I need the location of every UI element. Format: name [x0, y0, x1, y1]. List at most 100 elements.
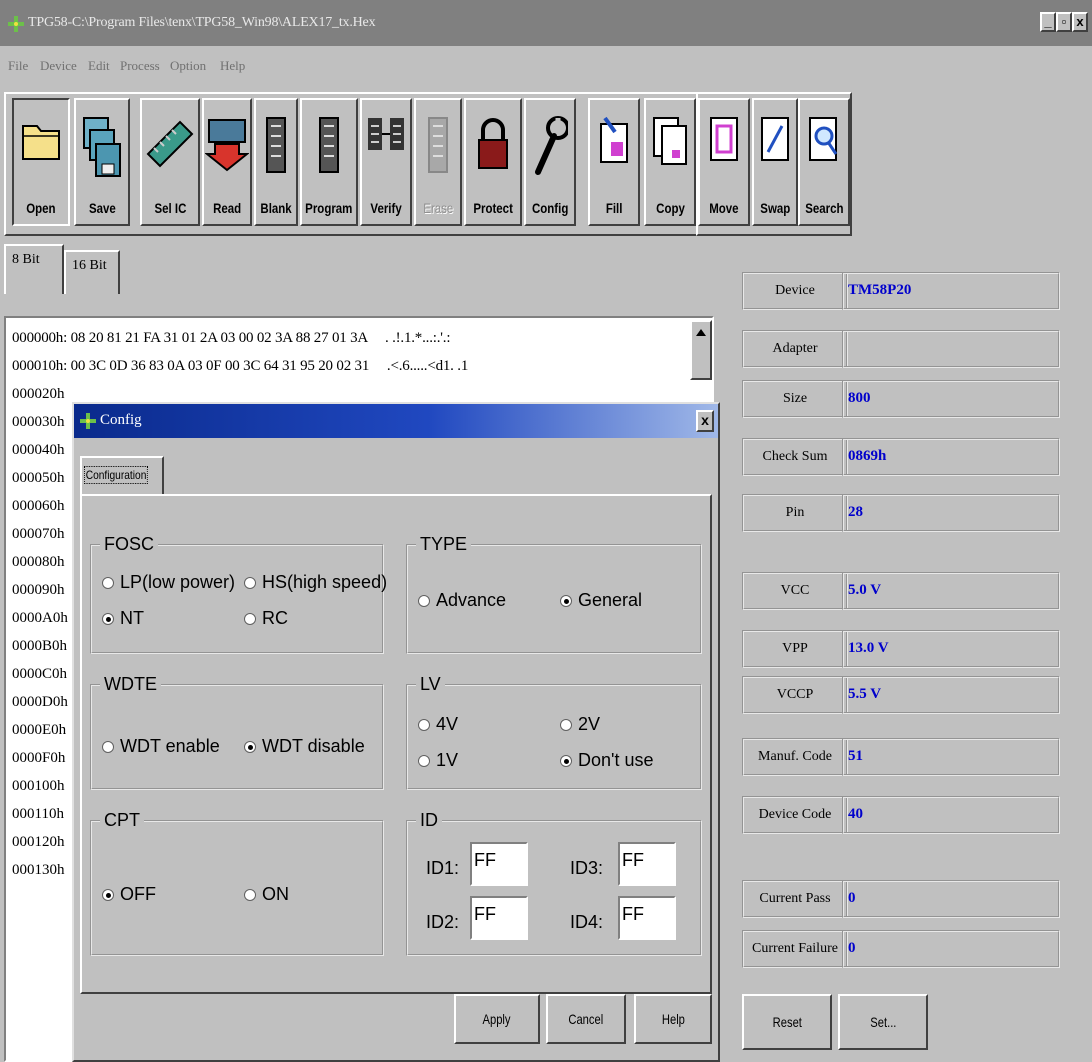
menu-edit[interactable]: Edit	[88, 58, 110, 74]
scroll-up-button[interactable]	[690, 320, 712, 380]
search-button[interactable]: Search	[798, 98, 850, 226]
cpt-title: CPT	[100, 810, 144, 831]
radio-dot-selected	[560, 754, 572, 767]
dialog-close-button[interactable]: x	[696, 410, 714, 432]
wdt-enable-radio[interactable]: WDT enable	[102, 736, 220, 757]
hex-address: 0000B0h	[12, 638, 68, 654]
sel-ic-button[interactable]: Sel IC	[140, 98, 200, 226]
id-title: ID	[416, 810, 442, 831]
vpp-value: 13.0 V	[842, 630, 1060, 668]
lv-2v-radio[interactable]: 2V	[560, 714, 600, 735]
id2-field[interactable]: FF	[470, 896, 528, 940]
hex-address: 000070h	[12, 526, 65, 542]
copy-icon	[653, 117, 687, 165]
size-value: 800	[842, 380, 1060, 418]
cpt-on-radio[interactable]: ON	[244, 884, 289, 905]
lv-4v-radio[interactable]: 4V	[418, 714, 458, 735]
app-icon	[8, 16, 24, 32]
read-button[interactable]: Read	[202, 98, 252, 226]
open-button[interactable]: Open	[12, 98, 70, 226]
title-bar: TPG58-C:\Program Files\tenx\TPG58_Win98\…	[0, 0, 1092, 46]
checksum-value: 0869h	[842, 438, 1060, 476]
radio-dot-selected	[560, 594, 572, 607]
tab-16-bit[interactable]: 16 Bit	[64, 250, 120, 294]
restore-button[interactable]: ▫	[1056, 12, 1072, 32]
hex-address: 0000E0h	[12, 722, 67, 738]
program-chip-icon	[319, 117, 339, 173]
radio-dot	[418, 754, 430, 767]
tab-configuration[interactable]: Configuration	[80, 456, 164, 496]
lv-1v-radio[interactable]: 1V	[418, 750, 458, 771]
wdte-title: WDTE	[100, 674, 161, 695]
set-button[interactable]: Set...	[838, 994, 928, 1050]
wdt-disable-radio[interactable]: WDT disable	[244, 736, 365, 757]
device-label: Device	[742, 272, 848, 310]
type-group: TYPE Advance General	[406, 534, 702, 654]
blank-button[interactable]: Blank	[254, 98, 298, 226]
type-advance-radio[interactable]: Advance	[418, 590, 506, 611]
radio-dot	[102, 740, 114, 753]
verify-chips-icon	[368, 118, 404, 150]
verify-button[interactable]: Verify	[360, 98, 412, 226]
menu-device[interactable]: Device	[40, 58, 77, 74]
radio-dot-selected	[102, 888, 114, 901]
window-title: TPG58-C:\Program Files\tenx\TPG58_Win98\…	[28, 15, 376, 30]
search-icon	[809, 117, 838, 161]
radio-dot	[244, 576, 256, 589]
apply-button[interactable]: Apply	[454, 994, 540, 1044]
move-button[interactable]: Move	[698, 98, 750, 226]
hex-address: 000110h	[12, 806, 64, 822]
hex-address: 000130h	[12, 862, 65, 878]
menu-option[interactable]: Option	[170, 58, 206, 74]
current-failure-label: Current Failure	[742, 930, 848, 968]
checksum-label: Check Sum	[742, 438, 848, 476]
fosc-rc-radio[interactable]: RC	[244, 608, 288, 629]
type-general-radio[interactable]: General	[560, 590, 642, 611]
erase-button[interactable]: Erase	[414, 98, 462, 226]
radio-dot	[102, 576, 114, 589]
size-label: Size	[742, 380, 848, 418]
tab-8-bit[interactable]: 8 Bit	[4, 244, 64, 294]
cancel-button[interactable]: Cancel	[546, 994, 626, 1044]
pin-value: 28	[842, 494, 1060, 532]
radio-dot-selected	[102, 612, 114, 625]
fosc-nt-radio[interactable]: NT	[102, 608, 144, 629]
reset-button[interactable]: Reset	[742, 994, 832, 1050]
protect-button[interactable]: Protect	[464, 98, 522, 226]
help-button[interactable]: Help	[634, 994, 712, 1044]
config-button[interactable]: Config	[524, 98, 576, 226]
id2-label: ID2:	[426, 912, 460, 932]
config-dialog: Config x Configuration FOSC LP(low power…	[72, 402, 720, 1062]
fosc-hs-radio[interactable]: HS(high speed)	[244, 572, 387, 593]
disks-icon	[83, 117, 121, 177]
program-button[interactable]: Program	[300, 98, 358, 226]
erase-chip-icon	[428, 117, 448, 173]
menu-file[interactable]: File	[8, 58, 28, 74]
id1-field[interactable]: FF	[470, 842, 528, 886]
id1-label: ID1:	[426, 858, 460, 878]
cpt-off-radio[interactable]: OFF	[102, 884, 156, 905]
config-app-icon	[80, 413, 96, 429]
device-value: TM58P20	[842, 272, 1060, 310]
hex-address: 000100h	[12, 778, 65, 794]
id3-field[interactable]: FF	[618, 842, 676, 886]
vcc-label: VCC	[742, 572, 848, 610]
hex-address: 000050h	[12, 470, 65, 486]
menu-help[interactable]: Help	[220, 58, 245, 74]
menu-process[interactable]: Process	[120, 58, 160, 74]
swap-button[interactable]: Swap	[752, 98, 798, 226]
adapter-value	[842, 330, 1060, 368]
fill-icon	[600, 116, 628, 163]
save-button[interactable]: Save	[74, 98, 130, 226]
hex-address: 000080h	[12, 554, 65, 570]
lv-dont-use-radio[interactable]: Don't use	[560, 750, 653, 771]
copy-button[interactable]: Copy	[644, 98, 696, 226]
close-button[interactable]: x	[1072, 12, 1088, 32]
fosc-lp-radio[interactable]: LP(low power)	[102, 572, 235, 593]
device-code-label: Device Code	[742, 796, 848, 834]
fill-button[interactable]: Fill	[588, 98, 640, 226]
arrow-up-icon	[696, 329, 706, 336]
toolbar-right: Move Swap Search	[696, 92, 852, 236]
minimize-button[interactable]: _	[1040, 12, 1056, 32]
id4-field[interactable]: FF	[618, 896, 676, 940]
